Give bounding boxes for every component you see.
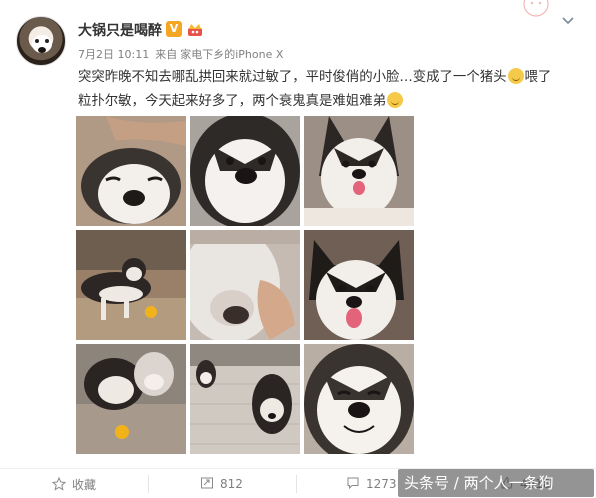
- smile-emoji-icon: [386, 92, 403, 108]
- favorite-label: 收藏: [72, 478, 97, 492]
- watermark: 头条号 / 两个人一条狗: [398, 469, 594, 497]
- verified-badge: V: [166, 21, 182, 37]
- comment-icon: [347, 477, 359, 490]
- avatar-eye-left: [35, 39, 39, 43]
- post-text-part: 粒扑尔敏，今天起来好多了，两个衰鬼真是难姐难弟: [78, 94, 386, 109]
- repost-count: 812: [220, 477, 243, 491]
- post-meta: 7月2日 10:11 来自 家电下乡的iPhone X: [78, 46, 289, 62]
- photo-8[interactable]: [190, 344, 300, 454]
- avatar-nose: [38, 47, 46, 53]
- post-source-prefix: 来自: [155, 48, 178, 61]
- comment-count: 1273: [366, 477, 397, 491]
- post-date[interactable]: 7月2日 10:11: [78, 48, 149, 61]
- photo-3[interactable]: [304, 116, 414, 226]
- comment-button[interactable]: 1273: [346, 476, 397, 491]
- weibo-post-card: 大锅只是喝醉 V 7月2日 10:11 来自 家电下乡的iPhone X 突突昨晚不…: [0, 0, 596, 498]
- author-name[interactable]: 大锅只是喝醉: [78, 20, 162, 40]
- author-avatar[interactable]: [16, 16, 66, 66]
- photo-9[interactable]: [304, 344, 414, 454]
- repost-button[interactable]: 812: [200, 476, 243, 491]
- favorite-button[interactable]: 收藏: [51, 476, 97, 493]
- post-text: 突突昨晚不知去哪乱拱回来就过敏了，平时俊俏的小脸…变成了一个猪头 喂了 粒扑尔敏，…: [78, 66, 578, 114]
- photo-1[interactable]: [76, 116, 186, 226]
- action-divider: [296, 475, 297, 493]
- crown-icon: [188, 24, 202, 36]
- post-source: 家电下乡的iPhone X: [180, 48, 284, 61]
- decorative-stamp-icon: [523, 0, 549, 17]
- avatar-eye-right: [45, 39, 49, 43]
- photo-4[interactable]: [76, 230, 186, 340]
- chevron-down-icon[interactable]: [561, 14, 575, 28]
- photo-grid: [76, 116, 414, 456]
- photo-7[interactable]: [76, 344, 186, 454]
- post-text-line-2: 粒扑尔敏，今天起来好多了，两个衰鬼真是难姐难弟: [78, 90, 578, 114]
- repost-icon: [201, 477, 213, 489]
- photo-2[interactable]: [190, 116, 300, 226]
- action-divider: [148, 475, 149, 493]
- post-text-part: 喂了: [524, 70, 552, 85]
- post-text-line-1: 突突昨晚不知去哪乱拱回来就过敏了，平时俊俏的小脸…变成了一个猪头 喂了: [78, 66, 578, 90]
- star-icon: [51, 476, 67, 491]
- pig-emoji-icon: [507, 68, 524, 84]
- photo-6[interactable]: [304, 230, 414, 340]
- post-text-part: 突突昨晚不知去哪乱拱回来就过敏了，平时俊俏的小脸…变成了一个猪头: [78, 70, 507, 85]
- photo-5[interactable]: [190, 230, 300, 340]
